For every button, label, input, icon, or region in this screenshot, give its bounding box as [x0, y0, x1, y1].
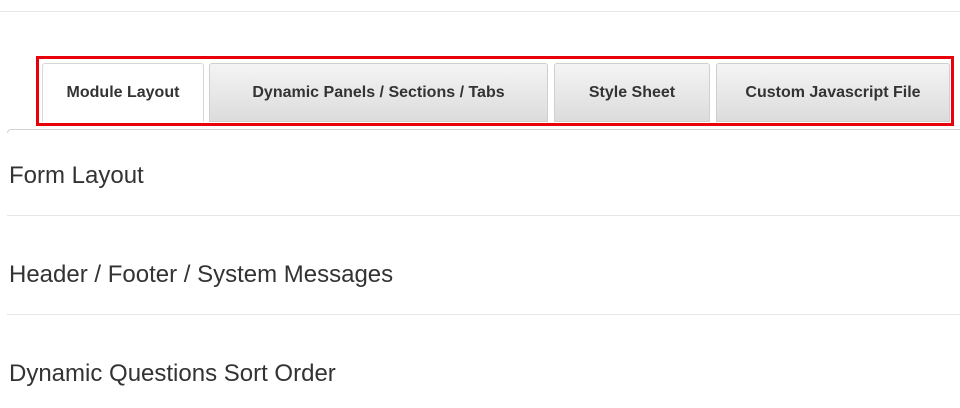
- tab-style-sheet[interactable]: Style Sheet: [554, 63, 710, 122]
- top-divider: [0, 11, 960, 12]
- section-title-header-footer[interactable]: Header / Footer / System Messages: [9, 261, 393, 289]
- section-divider: [7, 314, 960, 315]
- tab-custom-javascript-file[interactable]: Custom Javascript File: [716, 63, 950, 122]
- section-divider: [7, 215, 960, 216]
- tab-label: Module Layout: [66, 83, 180, 101]
- tab-module-layout[interactable]: Module Layout: [42, 63, 204, 122]
- tab-strip-border: [7, 129, 960, 133]
- section-title-dynamic-questions[interactable]: Dynamic Questions Sort Order: [9, 360, 336, 388]
- tab-label: Dynamic Panels / Sections / Tabs: [252, 83, 505, 101]
- section-title-form-layout[interactable]: Form Layout: [9, 162, 144, 190]
- tab-label: Custom Javascript File: [745, 83, 921, 101]
- tab-label: Style Sheet: [588, 83, 676, 101]
- tab-dynamic-panels[interactable]: Dynamic Panels / Sections / Tabs: [209, 63, 548, 122]
